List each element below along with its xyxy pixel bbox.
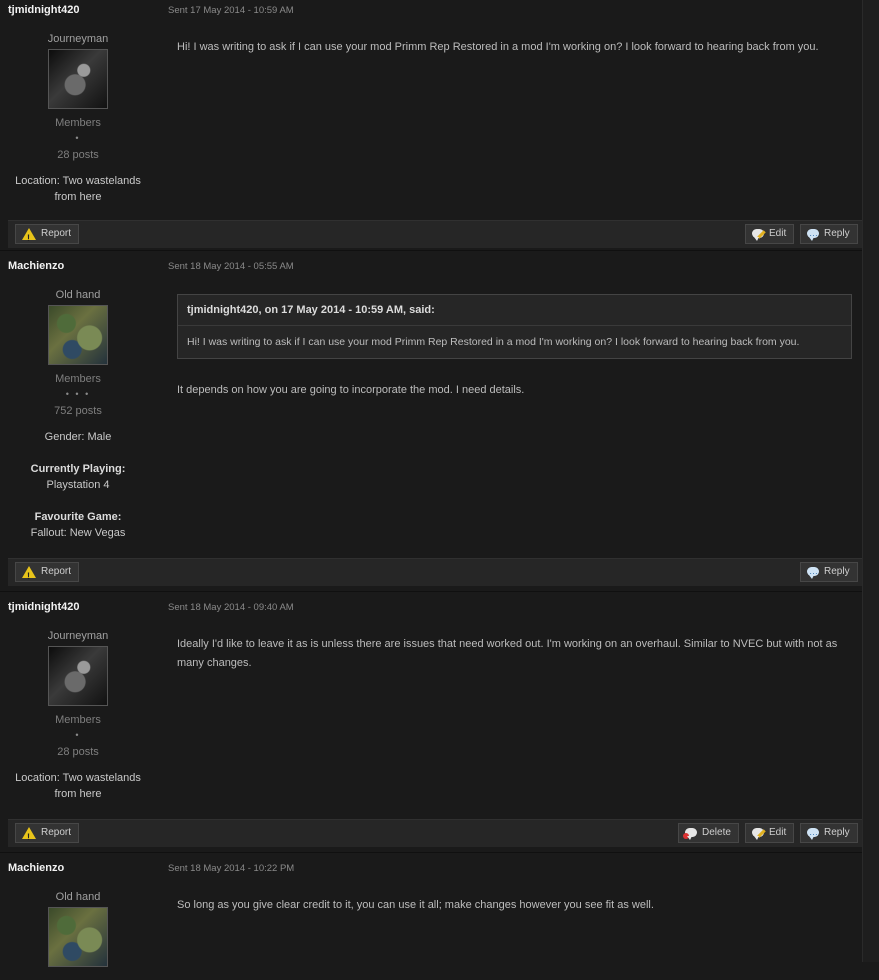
snake-camouflage-avatar[interactable] — [48, 305, 108, 365]
gender-value: Male — [87, 431, 112, 443]
author-rank: Journeyman — [47, 630, 109, 642]
message-header: Machienzo Sent 18 May 2014 - 05:55 AM — [0, 256, 862, 286]
edit-label: Edit — [769, 827, 787, 838]
favourite-game-field: Favourite Game: Fallout: New Vegas — [0, 509, 156, 541]
location-label: Location: — [15, 175, 60, 187]
snake-camouflage-avatar[interactable] — [48, 907, 108, 967]
rank-pips: • — [75, 133, 81, 143]
rank-pips: • — [75, 730, 81, 740]
author-name[interactable]: Machienzo — [8, 260, 64, 272]
sent-date: Sent 18 May 2014 - 05:55 AM — [168, 261, 294, 272]
sent-date: Sent 17 May 2014 - 10:59 AM — [168, 5, 294, 16]
rank-pips: • • • — [65, 389, 91, 399]
author-rank: Old hand — [55, 289, 101, 301]
author-rank: Journeyman — [47, 33, 109, 45]
report-button[interactable]: Report — [15, 823, 80, 846]
report-label: Report — [41, 566, 72, 577]
warning-icon — [22, 827, 36, 846]
favourite-game-label: Favourite Game: — [34, 511, 122, 523]
message-content: tjmidnight420, on 17 May 2014 - 10:59 AM… — [156, 286, 862, 558]
message-body: Journeyman Members • 28 posts Location: … — [0, 627, 862, 819]
edit-button[interactable]: Edit — [745, 224, 795, 244]
report-button[interactable]: Report — [15, 562, 80, 585]
reply-icon — [807, 562, 819, 580]
currently-playing-field: Currently Playing: Playstation 4 — [0, 461, 156, 493]
message-post: Machienzo Sent 18 May 2014 - 05:55 AM Ol… — [0, 256, 862, 592]
member-group: Members — [55, 373, 101, 385]
message-header: tjmidnight420 Sent 18 May 2014 - 09:40 A… — [0, 597, 862, 627]
delete-icon — [683, 827, 697, 840]
reply-icon — [807, 823, 819, 841]
currently-playing-value: Playstation 4 — [46, 479, 110, 491]
author-rank: Old hand — [55, 891, 101, 903]
message-body: Old hand Members • • • 752 posts Gender:… — [0, 286, 862, 558]
delete-button[interactable]: Delete — [678, 823, 739, 843]
post-count: 752 posts — [54, 405, 102, 417]
edit-icon — [752, 228, 764, 241]
location-value: Two wastelands from here — [54, 772, 141, 800]
location-value: Two wastelands from here — [54, 175, 141, 203]
quote-block: tjmidnight420, on 17 May 2014 - 10:59 AM… — [177, 294, 852, 359]
location-field: Location: Two wastelands from here — [0, 173, 156, 205]
sent-date: Sent 18 May 2014 - 09:40 AM — [168, 602, 294, 613]
author-name[interactable]: Machienzo — [8, 862, 64, 874]
robot-soldier-avatar[interactable] — [48, 646, 108, 706]
page-scrollbar[interactable] — [862, 0, 879, 962]
report-label: Report — [41, 827, 72, 838]
quote-text: Hi! I was writing to ask if I can use yo… — [187, 336, 800, 348]
member-group: Members — [55, 117, 101, 129]
message-content: Hi! I was writing to ask if I can use yo… — [156, 30, 862, 220]
author-sidebar: Journeyman Members • 28 posts Location: … — [0, 30, 156, 220]
message-text: Ideally I'd like to leave it as is unles… — [177, 638, 838, 669]
message-text: So long as you give clear credit to it, … — [177, 899, 654, 911]
reply-button[interactable]: Reply — [800, 823, 858, 843]
location-label: Location: — [15, 772, 60, 784]
author-sidebar: Old hand Members • • • 752 posts Gender:… — [0, 286, 156, 558]
message-post: tjmidnight420 Sent 18 May 2014 - 09:40 A… — [0, 597, 862, 853]
sent-date: Sent 18 May 2014 - 10:22 PM — [168, 863, 295, 874]
report-label: Report — [41, 228, 72, 239]
quote-citation: tjmidnight420, on 17 May 2014 - 10:59 AM… — [178, 295, 851, 326]
favourite-game-value: Fallout: New Vegas — [30, 527, 126, 539]
message-post: tjmidnight420 Sent 17 May 2014 - 10:59 A… — [0, 0, 862, 251]
warning-icon — [22, 228, 36, 247]
message-header: tjmidnight420 Sent 17 May 2014 - 10:59 A… — [0, 0, 862, 30]
location-field: Location: Two wastelands from here — [0, 770, 156, 802]
post-count: 28 posts — [57, 149, 99, 161]
report-button[interactable]: Report — [15, 224, 80, 247]
member-group: Members — [55, 714, 101, 726]
edit-icon — [752, 827, 764, 840]
author-sidebar: Journeyman Members • 28 posts Location: … — [0, 627, 156, 819]
message-body: Journeyman Members • 28 posts Location: … — [0, 30, 862, 220]
message-thread: tjmidnight420 Sent 17 May 2014 - 10:59 A… — [0, 0, 862, 980]
gender-label: Gender: — [44, 431, 85, 443]
reply-label: Reply — [824, 228, 850, 239]
reply-icon — [807, 224, 819, 242]
edit-button[interactable]: Edit — [745, 823, 795, 843]
message-actions: Report Reply — [8, 558, 862, 586]
reply-button[interactable]: Reply — [800, 562, 858, 582]
post-count: 28 posts — [57, 746, 99, 758]
robot-soldier-avatar[interactable] — [48, 49, 108, 109]
reply-label: Reply — [824, 566, 850, 577]
author-name[interactable]: tjmidnight420 — [8, 4, 80, 16]
message-header: Machienzo Sent 18 May 2014 - 10:22 PM — [0, 858, 862, 888]
delete-label: Delete — [702, 827, 731, 838]
message-content: Ideally I'd like to leave it as is unles… — [156, 627, 862, 819]
currently-playing-label: Currently Playing: — [30, 463, 126, 475]
warning-icon — [22, 566, 36, 585]
gender-field: Gender: Male — [0, 429, 156, 445]
reply-button[interactable]: Reply — [800, 224, 858, 244]
edit-label: Edit — [769, 228, 787, 239]
message-text: It depends on how you are going to incor… — [177, 384, 525, 396]
message-actions: Report Delete Edit Reply — [8, 819, 862, 847]
author-name[interactable]: tjmidnight420 — [8, 601, 80, 613]
message-text: Hi! I was writing to ask if I can use yo… — [177, 41, 819, 53]
message-actions: Report Edit Reply — [8, 220, 862, 248]
reply-label: Reply — [824, 827, 850, 838]
